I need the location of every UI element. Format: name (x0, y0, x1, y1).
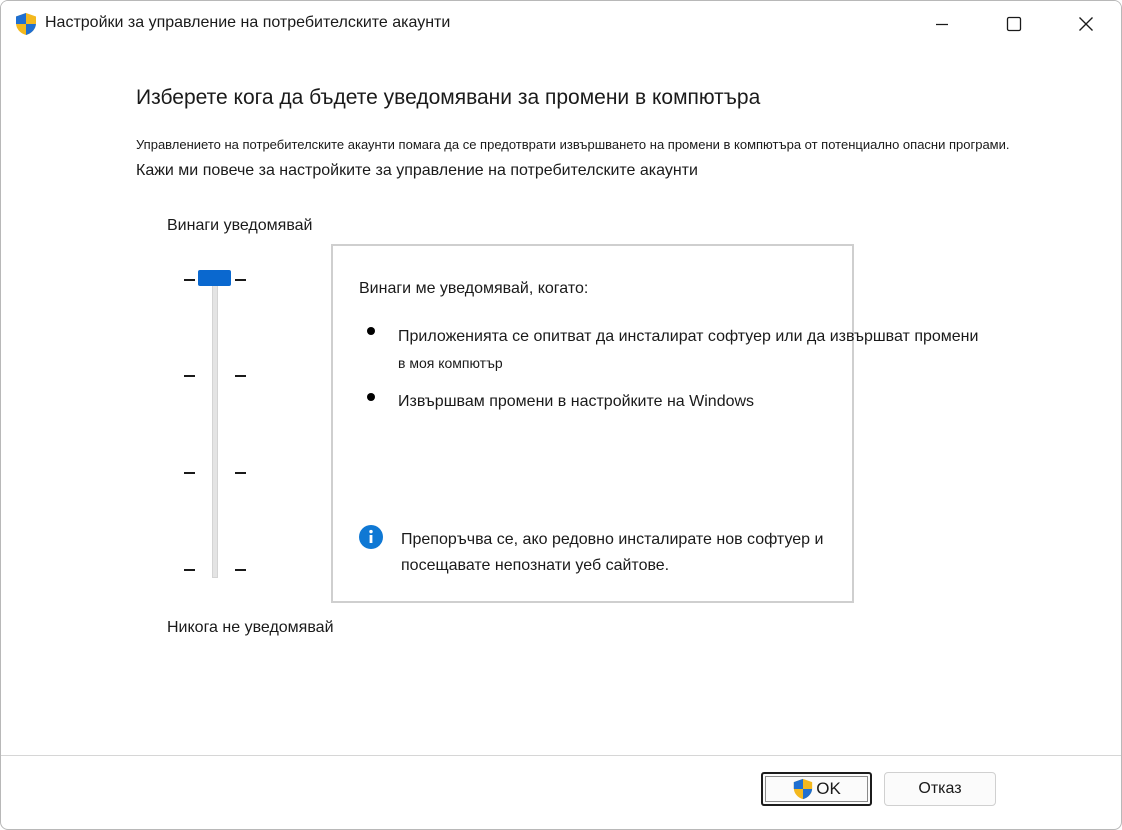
notification-slider-thumb[interactable] (198, 270, 231, 286)
slider-tick-left (184, 472, 195, 474)
minimize-button[interactable] (907, 1, 977, 47)
window-title: Настройки за управление на потребителски… (45, 14, 451, 31)
cancel-button-label: Отказ (918, 780, 962, 797)
slider-tick-right (235, 472, 246, 474)
slider-tick-right (235, 569, 246, 571)
slider-bottom-label: Никога не уведомявай (167, 619, 334, 636)
bullet-icon (367, 327, 375, 335)
level-description-heading: Винаги ме уведомявай, когато: (359, 280, 589, 297)
close-button[interactable] (1051, 1, 1121, 47)
bullet-item-text: Приложенията се опитват да инсталират со… (398, 328, 979, 345)
minimize-icon (936, 23, 948, 26)
slider-tick-right (235, 279, 246, 281)
ok-button[interactable]: OK (761, 772, 872, 806)
notification-slider-track[interactable] (212, 273, 218, 578)
maximize-button[interactable] (979, 1, 1049, 47)
page-description: Управлението на потребителските акаунти … (136, 137, 1010, 152)
footer-divider (1, 755, 1121, 756)
slider-tick-left (184, 569, 195, 571)
page-heading: Изберете кога да бъдете уведомявани за п… (136, 86, 761, 109)
slider-tick-left (184, 279, 195, 281)
uac-shield-icon (16, 13, 36, 35)
slider-top-label: Винаги уведомявай (167, 217, 313, 234)
recommendation-text: Препоръчва се, ако редовно инсталирате н… (401, 531, 824, 548)
uac-shield-icon (794, 778, 813, 800)
ok-button-label: OK (816, 779, 841, 798)
recommendation-text: посещавате непознати уеб сайтове. (401, 557, 670, 574)
bullet-item-text: Извършвам промени в настройките на Windo… (398, 393, 755, 410)
title-bar[interactable]: Настройки за управление на потребителски… (1, 1, 1121, 47)
info-icon (359, 525, 383, 549)
close-icon (1079, 17, 1093, 31)
maximize-icon (1006, 16, 1022, 32)
uac-settings-window: Настройки за управление на потребителски… (0, 0, 1122, 830)
learn-more-link[interactable]: Кажи ми повече за настройките за управле… (136, 162, 698, 180)
slider-tick-left (184, 375, 195, 377)
bullet-icon (367, 393, 375, 401)
slider-tick-right (235, 375, 246, 377)
bullet-item-text: в моя компютър (398, 355, 503, 371)
cancel-button[interactable]: Отказ (884, 772, 996, 806)
